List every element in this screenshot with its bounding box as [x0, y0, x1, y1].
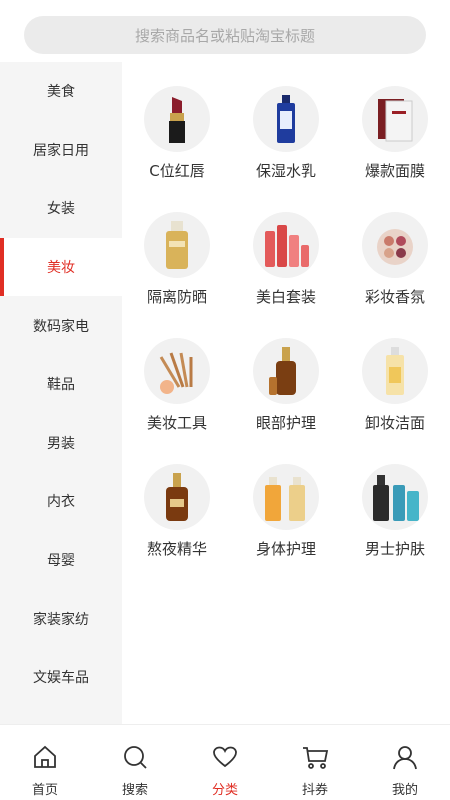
- eye-serum-icon: [253, 338, 319, 404]
- cart-icon: [301, 743, 329, 771]
- sidebar-item-label: 文娱车品: [33, 670, 89, 687]
- cleanser-bottle-icon: [362, 338, 428, 404]
- subcategory-label: 爆款面膜: [364, 162, 425, 180]
- tab-coupons[interactable]: 抖券: [270, 725, 360, 800]
- sidebar-item-label: 数码家电: [33, 318, 89, 335]
- sidebar-item-furnishing[interactable]: 家装家纺: [0, 589, 122, 648]
- subcategory-label: 隔离防晒: [146, 288, 207, 306]
- sidebar-item-label: 鞋品: [47, 377, 75, 394]
- tab-label: 首页: [31, 783, 58, 798]
- subcategory-label: C位红唇: [149, 162, 205, 180]
- sidebar-item-label: 居家日用: [33, 142, 89, 159]
- subcategory-grid: C位红唇 保湿水乳 爆款面膜 隔离防晒 美白套装 彩妆香氛 美妆工具 眼部护理 …: [122, 62, 450, 724]
- sidebar-item-entertainment[interactable]: 文娱车品: [0, 648, 122, 707]
- bottom-tab-bar: 首页 搜索 分类 抖券 我的: [0, 724, 450, 800]
- tab-category[interactable]: 分类: [180, 725, 270, 800]
- tab-search[interactable]: 搜索: [90, 725, 180, 800]
- sidebar-item-label: 家装家纺: [33, 611, 89, 628]
- sidebar-item-label: 美食: [47, 84, 75, 101]
- sidebar-item-underwear[interactable]: 内衣: [0, 472, 122, 531]
- subcategory-label: 卸妆洁面: [364, 414, 425, 432]
- subcategory-label: 美妆工具: [146, 414, 207, 432]
- sidebar-item-digital[interactable]: 数码家电: [0, 296, 122, 355]
- mens-skincare-icon: [362, 464, 428, 530]
- search-icon: [121, 743, 149, 771]
- subcategory-label: 保湿水乳: [255, 162, 316, 180]
- heart-icon: [211, 743, 239, 771]
- subcategory-label: 彩妆香氛: [364, 288, 425, 306]
- sidebar-item-shoes[interactable]: 鞋品: [0, 355, 122, 414]
- sidebar-item-label: 美妆: [47, 260, 75, 277]
- tab-profile[interactable]: 我的: [360, 725, 450, 800]
- makeup-palette-icon: [362, 212, 428, 278]
- sidebar-item-men[interactable]: 男装: [0, 414, 122, 473]
- sidebar-item-label: 男装: [47, 435, 75, 452]
- tab-home[interactable]: 首页: [0, 725, 90, 800]
- subcategory-night-serum[interactable]: 熬夜精华: [122, 464, 232, 584]
- subcategory-lipstick[interactable]: C位红唇: [122, 86, 232, 206]
- subcategory-sunscreen[interactable]: 隔离防晒: [122, 212, 232, 332]
- sunscreen-icon: [144, 212, 210, 278]
- subcategory-label: 熬夜精华: [146, 540, 207, 558]
- lipstick-icon: [144, 86, 210, 152]
- sidebar-item-beauty[interactable]: 美妆: [0, 237, 122, 297]
- sidebar-item-label: 内衣: [47, 494, 75, 511]
- sidebar-item-baby[interactable]: 母婴: [0, 531, 122, 590]
- tab-label: 抖券: [301, 783, 328, 798]
- subcategory-makeup-tools[interactable]: 美妆工具: [122, 338, 232, 458]
- makeup-brushes-icon: [144, 338, 210, 404]
- subcategory-label: 身体护理: [255, 540, 316, 558]
- subcategory-face-mask[interactable]: 爆款面膜: [340, 86, 450, 206]
- subcategory-label: 眼部护理: [255, 414, 316, 432]
- subcategory-label: 男士护肤: [364, 540, 425, 558]
- tab-label: 我的: [391, 783, 418, 798]
- serum-bottle-icon: [144, 464, 210, 530]
- sidebar-item-label: 母婴: [47, 553, 75, 570]
- tab-label: 分类: [211, 783, 238, 798]
- lotion-bottle-icon: [253, 86, 319, 152]
- search-header: 搜索商品名或粘贴淘宝标题: [0, 0, 450, 62]
- sidebar-item-food[interactable]: 美食: [0, 62, 122, 121]
- sidebar-item-label: 女装: [47, 201, 75, 218]
- face-mask-icon: [362, 86, 428, 152]
- subcategory-body-care[interactable]: 身体护理: [231, 464, 341, 584]
- subcategory-eye-care[interactable]: 眼部护理: [231, 338, 341, 458]
- category-sidebar: 美食 居家日用 女装 美妆 数码家电 鞋品 男装 内衣 母婴 家装家纺 文娱车品: [0, 62, 122, 724]
- body-lotion-icon: [253, 464, 319, 530]
- whitening-set-icon: [253, 212, 319, 278]
- home-icon: [31, 743, 59, 771]
- subcategory-label: 美白套装: [255, 288, 316, 306]
- tab-label: 搜索: [121, 783, 148, 798]
- subcategory-moisturizer[interactable]: 保湿水乳: [231, 86, 341, 206]
- subcategory-whitening-set[interactable]: 美白套装: [231, 212, 341, 332]
- search-placeholder: 搜索商品名或粘贴淘宝标题: [134, 26, 315, 45]
- sidebar-item-home[interactable]: 居家日用: [0, 121, 122, 180]
- subcategory-makeup-fragrance[interactable]: 彩妆香氛: [340, 212, 450, 332]
- sidebar-item-women[interactable]: 女装: [0, 179, 122, 238]
- subcategory-cleansing[interactable]: 卸妆洁面: [340, 338, 450, 458]
- subcategory-mens-skincare[interactable]: 男士护肤: [340, 464, 450, 584]
- user-icon: [391, 743, 419, 771]
- search-input[interactable]: 搜索商品名或粘贴淘宝标题: [24, 16, 426, 54]
